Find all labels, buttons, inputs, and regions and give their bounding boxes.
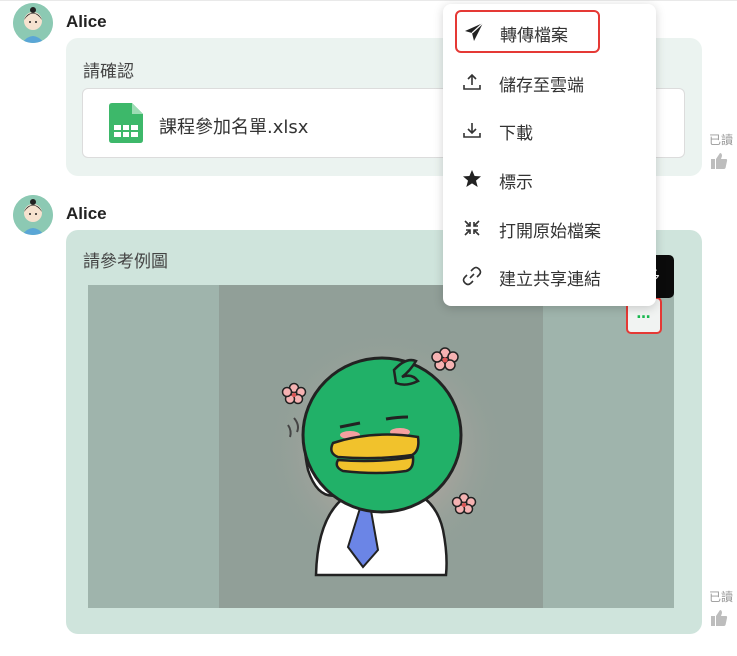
thumbs-up-icon[interactable] (710, 152, 728, 170)
image-attachment[interactable] (88, 285, 674, 608)
menu-item-label: 轉傳檔案 (500, 26, 568, 46)
more-dots-icon: … (636, 306, 652, 322)
spreadsheet-file-icon (109, 103, 143, 143)
upload-icon (462, 72, 482, 92)
menu-item-create-share-link[interactable]: 建立共享連結 (443, 256, 656, 296)
message-text: 請參考例圖 (83, 252, 168, 272)
menu-item-forward-file[interactable]: 轉傳檔案 (455, 10, 600, 53)
menu-item-download[interactable]: 下載 (443, 110, 656, 150)
sender-name: Alice (66, 12, 107, 31)
file-name: 課程參加名單.xlsx (159, 117, 309, 138)
link-icon (462, 266, 482, 286)
avatar[interactable] (13, 3, 53, 43)
read-status: 已讀 (709, 590, 734, 604)
avatar[interactable] (13, 195, 53, 235)
menu-item-label: 下載 (499, 124, 533, 144)
collapse-arrows-icon (462, 218, 482, 238)
menu-item-label: 建立共享連結 (499, 270, 601, 290)
menu-item-save-to-cloud[interactable]: 儲存至雲端 (443, 62, 656, 102)
message-text: 請確認 (83, 62, 134, 82)
download-icon (462, 120, 482, 140)
sender-name: Alice (66, 204, 107, 223)
duck-sticker-image (266, 330, 506, 577)
thumbs-up-icon[interactable] (710, 609, 728, 627)
top-divider (0, 0, 737, 1)
menu-item-mark[interactable]: 標示 (443, 159, 656, 199)
send-icon (464, 22, 484, 42)
star-icon (462, 169, 482, 189)
menu-item-open-original[interactable]: 打開原始檔案 (443, 208, 656, 248)
file-context-menu: 轉傳檔案 儲存至雲端 下載 標示 打開原始檔案 建立共享連結 (443, 4, 656, 306)
menu-item-label: 儲存至雲端 (499, 76, 584, 96)
menu-item-label: 標示 (499, 173, 533, 193)
menu-item-label: 打開原始檔案 (499, 222, 601, 242)
read-status: 已讀 (709, 133, 734, 147)
